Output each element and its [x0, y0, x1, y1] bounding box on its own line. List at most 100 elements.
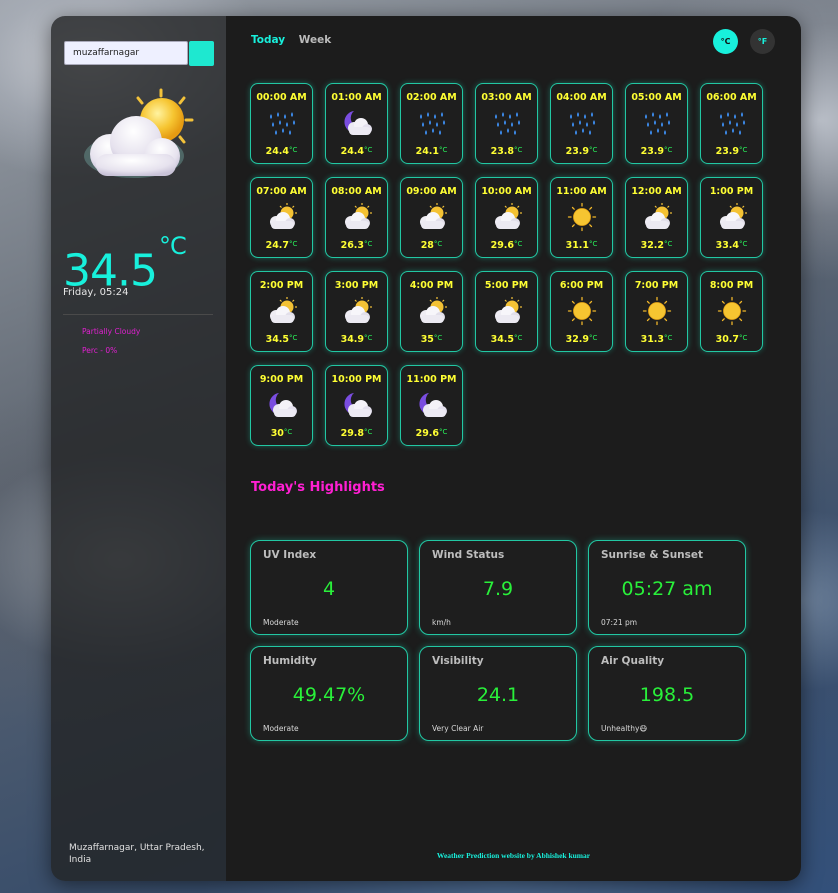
- hour-card: 1:00 PM 33.4°C: [700, 177, 763, 258]
- hour-temp: 29.6°C: [401, 428, 462, 439]
- hour-temp-unit: °C: [439, 146, 448, 154]
- celsius-button[interactable]: °C: [713, 29, 738, 54]
- hour-temp: 24.4°C: [326, 146, 387, 157]
- hour-temp-value: 26.3: [340, 240, 365, 251]
- hour-temp: 30°C: [251, 428, 312, 439]
- highlight-value: 4: [322, 578, 336, 600]
- hour-temp-value: 29.6: [415, 428, 440, 439]
- highlight-value: 198.5: [639, 684, 695, 706]
- partly-cloudy-icon: [715, 202, 749, 232]
- hour-temp-value: 32.2: [640, 240, 665, 251]
- search-button[interactable]: [189, 41, 214, 66]
- partly-cloudy-icon: [340, 296, 374, 326]
- hour-temp-unit: °C: [364, 334, 373, 342]
- hour-temp-unit: °C: [289, 334, 298, 342]
- precipitation-text: Perc - 0%: [82, 346, 118, 355]
- hour-temp-value: 32.9: [565, 334, 590, 345]
- sun-icon: [565, 296, 599, 326]
- hour-card: 8:00 PM 30.7°C: [700, 271, 763, 352]
- hour-card: 11:00 AM 31.1°C: [550, 177, 613, 258]
- hour-card: 01:00 AM 24.4°C: [325, 83, 388, 164]
- hour-temp-unit: °C: [433, 240, 443, 248]
- tab-today[interactable]: Today: [251, 34, 285, 46]
- hour-card: 00:00 AM 24.4°C: [250, 83, 313, 164]
- sun-icon: [715, 296, 749, 326]
- hour-temp-value: 24.1: [415, 146, 440, 157]
- hour-card: 4:00 PM 35°C: [400, 271, 463, 352]
- hour-temp-value: 23.9: [640, 146, 665, 157]
- temperature-unit: °C: [158, 232, 187, 260]
- hour-temp: 24.7°C: [251, 240, 312, 251]
- highlights-title: Today's Highlights: [251, 480, 385, 495]
- divider: [63, 314, 213, 315]
- uv-index-card: UV Index 4 Moderate: [250, 540, 408, 635]
- hour-temp-value: 33.4: [715, 240, 740, 251]
- hour-card: 02:00 AM 24.1°C: [400, 83, 463, 164]
- hour-card: 5:00 PM 34.5°C: [475, 271, 538, 352]
- search-input[interactable]: [64, 41, 188, 65]
- hour-temp-value: 23.8: [490, 146, 515, 157]
- hour-time: 01:00 AM: [331, 92, 382, 103]
- highlight-title: Humidity: [263, 655, 317, 667]
- hour-temp-unit: °C: [289, 240, 298, 248]
- hour-temp-unit: °C: [289, 146, 298, 154]
- night-cloud-icon: [340, 108, 374, 138]
- hour-card: 06:00 AM 23.9°C: [700, 83, 763, 164]
- hour-card: 10:00 AM 29.6°C: [475, 177, 538, 258]
- highlight-title: Visibility: [432, 655, 484, 667]
- hour-temp-value: 23.9: [565, 146, 590, 157]
- hour-temp-unit: °C: [439, 428, 448, 436]
- hour-card: 2:00 PM 34.5°C: [250, 271, 313, 352]
- hour-temp: 35°C: [401, 334, 462, 345]
- highlight-value: 05:27 am: [621, 578, 713, 600]
- wind-status-card: Wind Status 7.9 km/h: [419, 540, 577, 635]
- hour-temp-unit: °C: [664, 240, 673, 248]
- hour-temp-value: 31.1: [565, 240, 590, 251]
- humidity-card: Humidity 49.47% Moderate: [250, 646, 408, 741]
- hour-time: 6:00 PM: [559, 280, 604, 291]
- hour-temp-unit: °C: [589, 146, 598, 154]
- visibility-card: Visibility 24.1 Very Clear Air: [419, 646, 577, 741]
- hour-temp: 26.3°C: [326, 240, 387, 251]
- hour-card: 3:00 PM 34.9°C: [325, 271, 388, 352]
- hour-temp: 23.8°C: [476, 146, 537, 157]
- highlight-subtext: Moderate: [263, 618, 299, 627]
- footer-credit: Weather Prediction website by Abhishek k…: [436, 851, 591, 860]
- hour-time: 5:00 PM: [484, 280, 529, 291]
- highlight-title: UV Index: [263, 549, 317, 561]
- fahrenheit-button[interactable]: °F: [750, 29, 775, 54]
- hour-time: 12:00 AM: [631, 186, 682, 197]
- hour-time: 00:00 AM: [256, 92, 307, 103]
- condition-text: Partially Cloudy: [82, 327, 141, 336]
- hour-card: 6:00 PM 32.9°C: [550, 271, 613, 352]
- location-text: Muzaffarnagar, Uttar Pradesh, India: [69, 843, 205, 865]
- highlight-value: 24.1: [476, 684, 520, 706]
- tab-week[interactable]: Week: [299, 34, 331, 46]
- hour-time: 05:00 AM: [631, 92, 682, 103]
- hour-temp: 31.1°C: [551, 240, 612, 251]
- hour-time: 3:00 PM: [334, 280, 379, 291]
- hour-temp-unit: °C: [589, 334, 598, 342]
- partly-cloudy-icon: [640, 202, 674, 232]
- hour-time: 03:00 AM: [481, 92, 532, 103]
- hour-temp-value: 29.8: [340, 428, 365, 439]
- hour-temp-unit: °C: [364, 428, 373, 436]
- hour-temp: 34.9°C: [326, 334, 387, 345]
- hour-card: 11:00 PM 29.6°C: [400, 365, 463, 446]
- hour-time: 11:00 AM: [556, 186, 607, 197]
- night-cloud-icon: [265, 390, 299, 420]
- partly-cloudy-icon: [490, 202, 524, 232]
- hour-card: 03:00 AM 23.8°C: [475, 83, 538, 164]
- hour-time: 06:00 AM: [706, 92, 757, 103]
- partly-cloudy-icon: [265, 296, 299, 326]
- hour-time: 1:00 PM: [709, 186, 754, 197]
- hour-temp: 23.9°C: [701, 146, 762, 157]
- partly-cloudy-icon: [265, 202, 299, 232]
- partly-cloudy-icon: [415, 296, 449, 326]
- hour-time: 04:00 AM: [556, 92, 607, 103]
- hour-temp: 32.2°C: [626, 240, 687, 251]
- highlight-value: 7.9: [482, 578, 514, 600]
- hour-temp: 23.9°C: [551, 146, 612, 157]
- hour-card: 9:00 PM 30°C: [250, 365, 313, 446]
- hour-time: 08:00 AM: [331, 186, 382, 197]
